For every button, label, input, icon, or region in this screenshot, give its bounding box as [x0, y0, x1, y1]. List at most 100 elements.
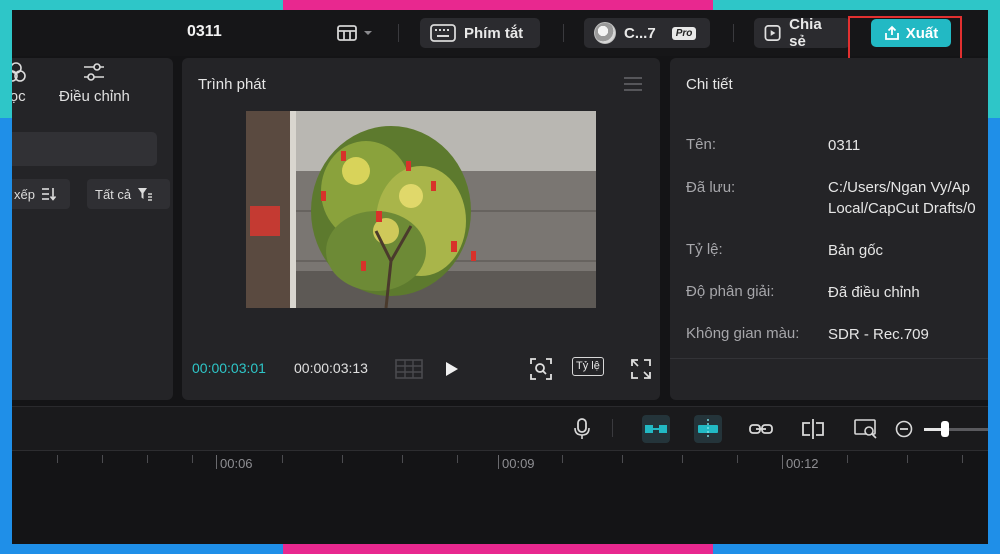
pro-badge: Pro: [671, 26, 697, 40]
detail-label-name: Tên:: [686, 136, 717, 153]
tab-filter-label: lọc: [12, 88, 26, 105]
shortcuts-button[interactable]: Phím tắt: [420, 18, 540, 48]
layout-menu-button[interactable]: [337, 22, 381, 44]
zoom-slider-handle[interactable]: [941, 421, 949, 437]
current-time: 00:00:03:01: [192, 360, 266, 376]
divider: [398, 24, 399, 42]
ruler-label: 00:09: [502, 456, 535, 471]
share-button[interactable]: Chia sẻ: [754, 16, 850, 50]
share-icon: [764, 24, 781, 42]
auto-snap-button[interactable]: [694, 415, 722, 443]
layout-icon: [337, 25, 357, 41]
timeline-ruler[interactable]: 00:06 00:09 00:12: [12, 450, 988, 472]
filter-circles-icon: [12, 62, 26, 82]
ruler-tick: [102, 455, 103, 463]
main-track-magnet-button[interactable]: [642, 415, 670, 443]
player-panel: Trình phát 00:00:03:01 00:00:03:13 Tỷ lệ: [182, 58, 660, 400]
zoom-out-button[interactable]: [890, 415, 918, 443]
avatar: [594, 22, 616, 44]
zoom-out-icon: [895, 420, 913, 438]
filter-all-label: Tất cả: [95, 186, 132, 202]
detail-value-saved: C:/Users/Ngan Vy/Ap: [828, 179, 970, 196]
ruler-tick: [907, 455, 908, 463]
project-title[interactable]: 0311: [187, 23, 222, 41]
sort-icon: [41, 188, 57, 201]
sort-button[interactable]: xếp: [12, 179, 70, 209]
account-name: C...7: [624, 24, 656, 42]
ruler-tick: [737, 455, 738, 463]
top-bar: 0311 Phím tắt C...7 Pro Chia sẻ Xuất: [12, 10, 988, 56]
video-preview[interactable]: [246, 111, 596, 308]
account-button[interactable]: C...7 Pro: [584, 18, 710, 48]
ruler-tick-major: [216, 455, 217, 469]
detail-value-ratio: Bản gốc: [828, 242, 884, 259]
timeline-track-area[interactable]: [12, 472, 988, 544]
frame-stripe: [0, 118, 12, 554]
detail-label-ratio: Tỷ lệ:: [686, 241, 723, 258]
detail-label-resolution: Độ phân giải:: [686, 283, 775, 300]
ruler-tick: [192, 455, 193, 463]
player-title: Trình phát: [198, 76, 266, 93]
total-time: 00:00:03:13: [294, 360, 368, 376]
sort-label: xếp: [14, 186, 35, 202]
sliders-icon: [84, 63, 105, 81]
record-audio-button[interactable]: [568, 415, 596, 443]
detail-value-resolution: Đã điều chỉnh: [828, 284, 920, 301]
filter-all-button[interactable]: Tất cả: [87, 179, 170, 209]
shortcuts-label: Phím tắt: [464, 24, 524, 42]
ruler-tick: [57, 455, 58, 463]
ruler-tick: [562, 455, 563, 463]
tab-adjust[interactable]: Điều chỉnh: [59, 62, 130, 105]
split-icon: [802, 419, 824, 439]
share-label: Chia sẻ: [789, 16, 822, 50]
tab-filter[interactable]: lọc: [12, 62, 26, 105]
tab-adjust-label: Điều chỉnh: [59, 88, 130, 105]
play-button[interactable]: [440, 356, 464, 382]
menu-icon[interactable]: [624, 77, 642, 91]
ruler-tick: [847, 455, 848, 463]
frame-stripe: [988, 118, 1000, 554]
ruler-tick-major: [498, 455, 499, 469]
frame-stripe: [0, 0, 12, 118]
fullscreen-button[interactable]: [628, 356, 654, 382]
ruler-tick: [682, 455, 683, 463]
detail-value-name: 0311: [828, 137, 861, 154]
divider: [733, 24, 734, 42]
split-button[interactable]: [799, 415, 827, 443]
magnet-link-icon: [645, 425, 667, 433]
ruler-tick: [282, 455, 283, 463]
frame-stripe: [988, 0, 1000, 118]
frame-stripe: [0, 544, 283, 554]
frame-stripe: [713, 0, 1000, 10]
search-input[interactable]: [12, 132, 157, 166]
ruler-label: 00:06: [220, 456, 253, 471]
divider: [670, 358, 988, 359]
timeline-grid-button[interactable]: [394, 356, 424, 382]
ruler-tick: [342, 455, 343, 463]
preview-zoom-icon: [854, 419, 877, 439]
ruler-tick-major: [782, 455, 783, 469]
link-button[interactable]: [747, 415, 775, 443]
detail-value-colorspace: SDR - Rec.709: [828, 326, 929, 343]
snap-icon: [698, 419, 718, 439]
frame-stripe: [283, 0, 713, 10]
fullscreen-icon: [631, 359, 651, 379]
divider: [563, 24, 564, 42]
ruler-tick: [962, 455, 963, 463]
ruler-tick: [147, 455, 148, 463]
play-icon: [446, 362, 458, 376]
grid-icon: [395, 359, 423, 379]
divider: [612, 419, 613, 437]
video-frame-image: [246, 111, 596, 308]
detail-label-saved: Đã lưu:: [686, 179, 736, 196]
media-panel: lọc Điều chỉnh xếp Tất cả: [12, 58, 173, 400]
detail-value-saved-line2: Local/CapCut Drafts/0: [828, 200, 976, 217]
preview-button[interactable]: [852, 415, 880, 443]
ruler-tick: [402, 455, 403, 463]
details-title: Chi tiết: [686, 76, 733, 93]
focus-zoom-icon: [530, 358, 552, 380]
editor-window: 0311 Phím tắt C...7 Pro Chia sẻ Xuất ọc …: [12, 10, 988, 544]
aspect-ratio-button[interactable]: Tỷ lệ: [572, 357, 604, 376]
frame-stripe: [0, 0, 283, 10]
zoom-fit-button[interactable]: [528, 356, 554, 382]
